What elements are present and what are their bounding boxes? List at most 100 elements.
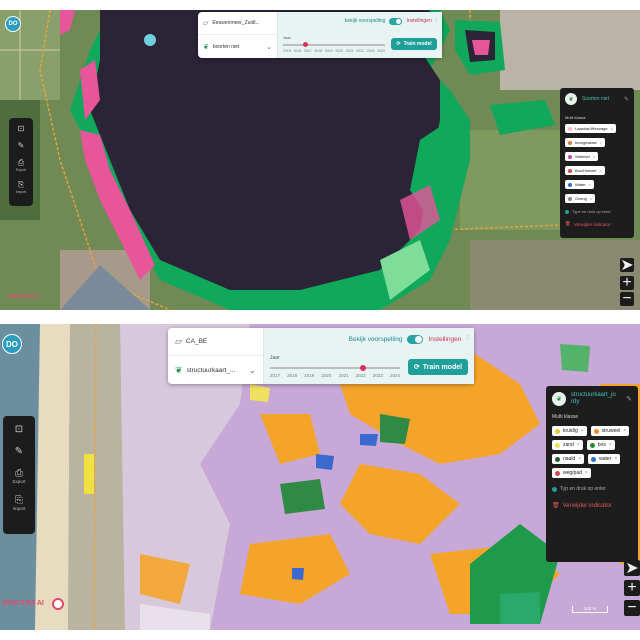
- model-selector[interactable]: ❦ boorten niet ⌄: [198, 35, 277, 58]
- year-tick[interactable]: 2017: [304, 49, 312, 53]
- tool-rail: ⊡ ✎ ⎙ Export ⎘ Import: [3, 416, 35, 534]
- train-model-button[interactable]: ⟳ Train model: [391, 38, 437, 50]
- year-tick[interactable]: 2016: [293, 49, 301, 53]
- year-tick[interactable]: 2015: [283, 49, 291, 53]
- zoom-in-button[interactable]: +: [624, 579, 640, 596]
- year-tick[interactable]: 2021: [339, 373, 349, 378]
- year-tick[interactable]: 2020: [335, 49, 343, 53]
- class-label: water: [599, 456, 612, 463]
- class-color-dot: [568, 196, 572, 201]
- tool-draw-button[interactable]: ✎: [18, 141, 25, 150]
- tool-export-button[interactable]: ⎙ Export: [12, 468, 25, 484]
- forecast-toggle[interactable]: [389, 17, 403, 25]
- class-chip[interactable]: water ×: [588, 454, 621, 465]
- tool-draw-button[interactable]: ✎: [15, 446, 23, 457]
- edit-icon[interactable]: ✎: [626, 395, 632, 403]
- class-chip[interactable]: Overig ×: [565, 194, 596, 203]
- select-icon: ⊡: [14, 424, 24, 435]
- tool-import-button[interactable]: ⎘ Import: [13, 495, 26, 511]
- locate-icon[interactable]: ➤: [620, 257, 634, 274]
- year-tick[interactable]: 2018: [314, 49, 322, 53]
- remove-icon[interactable]: ×: [578, 456, 581, 462]
- class-chip[interactable]: Laanrlar/Wenzage ×: [565, 124, 616, 133]
- class-chip[interactable]: Waterlet ×: [565, 152, 599, 161]
- remove-icon[interactable]: ×: [593, 154, 595, 159]
- class-chip[interactable]: boorgewlast ×: [565, 138, 605, 147]
- year-tick[interactable]: 2019: [325, 49, 333, 53]
- model-name: structuurkaart_...: [186, 366, 236, 374]
- year-tick[interactable]: 2022: [356, 49, 364, 53]
- class-chip[interactable]: struweel ×: [590, 426, 630, 437]
- refresh-icon: ⟳: [413, 364, 420, 371]
- class-chip[interactable]: bos ×: [586, 440, 615, 451]
- delete-indicator-button[interactable]: 🗑 Verwijder indicator: [552, 502, 632, 510]
- year-ticks: 2017 2018 2019 2020 2021 2022 2023 2024: [270, 373, 400, 378]
- edit-icon[interactable]: ✎: [624, 96, 629, 103]
- year-slider[interactable]: Jaar 2015 2016 2017 2018 2019 2020 2021 2022 202…: [283, 33, 385, 55]
- tool-import-button[interactable]: ⎘ Import: [16, 180, 26, 194]
- remove-icon[interactable]: ×: [600, 140, 602, 145]
- class-label: naald: [563, 456, 576, 463]
- class-chip[interactable]: kruidig ×: [552, 426, 587, 437]
- delete-indicator-button[interactable]: 🗑 Verwijder indicator: [565, 221, 629, 227]
- export-icon: ⎙: [17, 158, 25, 167]
- class-chip[interactable]: weg/pad ×: [552, 468, 591, 479]
- year-tick[interactable]: 2024: [390, 373, 400, 378]
- tool-label: Export: [12, 479, 26, 484]
- remove-icon[interactable]: ×: [611, 126, 613, 131]
- class-chip[interactable]: naald ×: [552, 454, 585, 465]
- slider-handle[interactable]: [359, 365, 366, 371]
- model-selector[interactable]: ❦ structuurkaart_... ⌄: [168, 356, 263, 384]
- remove-icon[interactable]: ×: [609, 442, 612, 448]
- class-color-dot: [555, 456, 560, 462]
- class-input[interactable]: Typ en druk op enter: [552, 486, 632, 492]
- locate-icon[interactable]: ➤: [624, 560, 640, 577]
- chevron-down-icon: ⌄: [266, 43, 272, 51]
- class-label: boorgewlast: [575, 140, 597, 145]
- remove-icon[interactable]: ×: [581, 428, 584, 434]
- remove-icon[interactable]: ×: [589, 182, 591, 187]
- year-tick[interactable]: 2018: [287, 373, 297, 378]
- tool-select-button[interactable]: ⊡: [18, 124, 25, 133]
- remove-icon[interactable]: ×: [623, 428, 626, 434]
- zoom-in-button[interactable]: +: [620, 274, 634, 291]
- model-logo-icon: ❦: [565, 93, 577, 105]
- slider-label: Jaar: [283, 35, 291, 40]
- year-tick[interactable]: 2019: [304, 373, 314, 378]
- tool-select-button[interactable]: ⊡: [15, 424, 23, 435]
- remove-icon[interactable]: ×: [577, 442, 580, 448]
- year-tick[interactable]: 2017: [270, 373, 280, 378]
- remove-icon[interactable]: ×: [614, 456, 617, 462]
- class-chip[interactable]: zand ×: [552, 440, 583, 451]
- remove-icon[interactable]: ×: [585, 470, 588, 476]
- slider-handle[interactable]: [302, 42, 308, 47]
- forecast-group: Bekijk voorspelling Instellingen ⫶ Jaar …: [264, 328, 474, 384]
- year-tick[interactable]: 2023: [373, 373, 383, 378]
- year-tick[interactable]: 2023: [367, 49, 375, 53]
- settings-link[interactable]: Instellingen: [406, 18, 431, 24]
- user-avatar[interactable]: DO: [5, 16, 21, 32]
- class-chip[interactable]: Bos/Hoewel ×: [565, 166, 605, 175]
- forecast-toggle[interactable]: [407, 334, 424, 344]
- class-chip[interactable]: Water ×: [565, 180, 594, 189]
- year-tick[interactable]: 2024: [377, 49, 385, 53]
- class-input[interactable]: Type en druk op enter: [565, 209, 629, 214]
- screenshot-top: DO ▱ Eeuwenmeer_Zuidl... ❦ boorten niet …: [0, 10, 640, 310]
- dataset-selector[interactable]: ▱ Eeuwenmeer_Zuidl...: [198, 12, 277, 35]
- settings-link[interactable]: Instellingen: [428, 336, 461, 343]
- remove-icon[interactable]: ×: [599, 168, 601, 173]
- remove-icon[interactable]: ×: [590, 196, 592, 201]
- year-tick[interactable]: 2021: [346, 49, 354, 53]
- zoom-out-button[interactable]: −: [624, 599, 640, 616]
- panel-subtitle: Multi klasse: [565, 115, 586, 120]
- year-tick[interactable]: 2022: [356, 373, 366, 378]
- year-tick[interactable]: 2020: [321, 373, 331, 378]
- zoom-out-button[interactable]: −: [620, 290, 634, 307]
- dataset-selector[interactable]: ▱ CA_BE: [168, 328, 263, 356]
- tool-export-button[interactable]: ⎙ Export: [16, 158, 26, 172]
- train-model-button[interactable]: ⟳ Train model: [408, 359, 468, 375]
- class-color-dot: [568, 182, 572, 187]
- chevron-down-icon: ⌄: [248, 364, 256, 375]
- user-avatar[interactable]: DO: [2, 334, 22, 354]
- year-slider[interactable]: Jaar 2017 2018 2019 2020 2021 2022 2023 2024: [270, 353, 400, 380]
